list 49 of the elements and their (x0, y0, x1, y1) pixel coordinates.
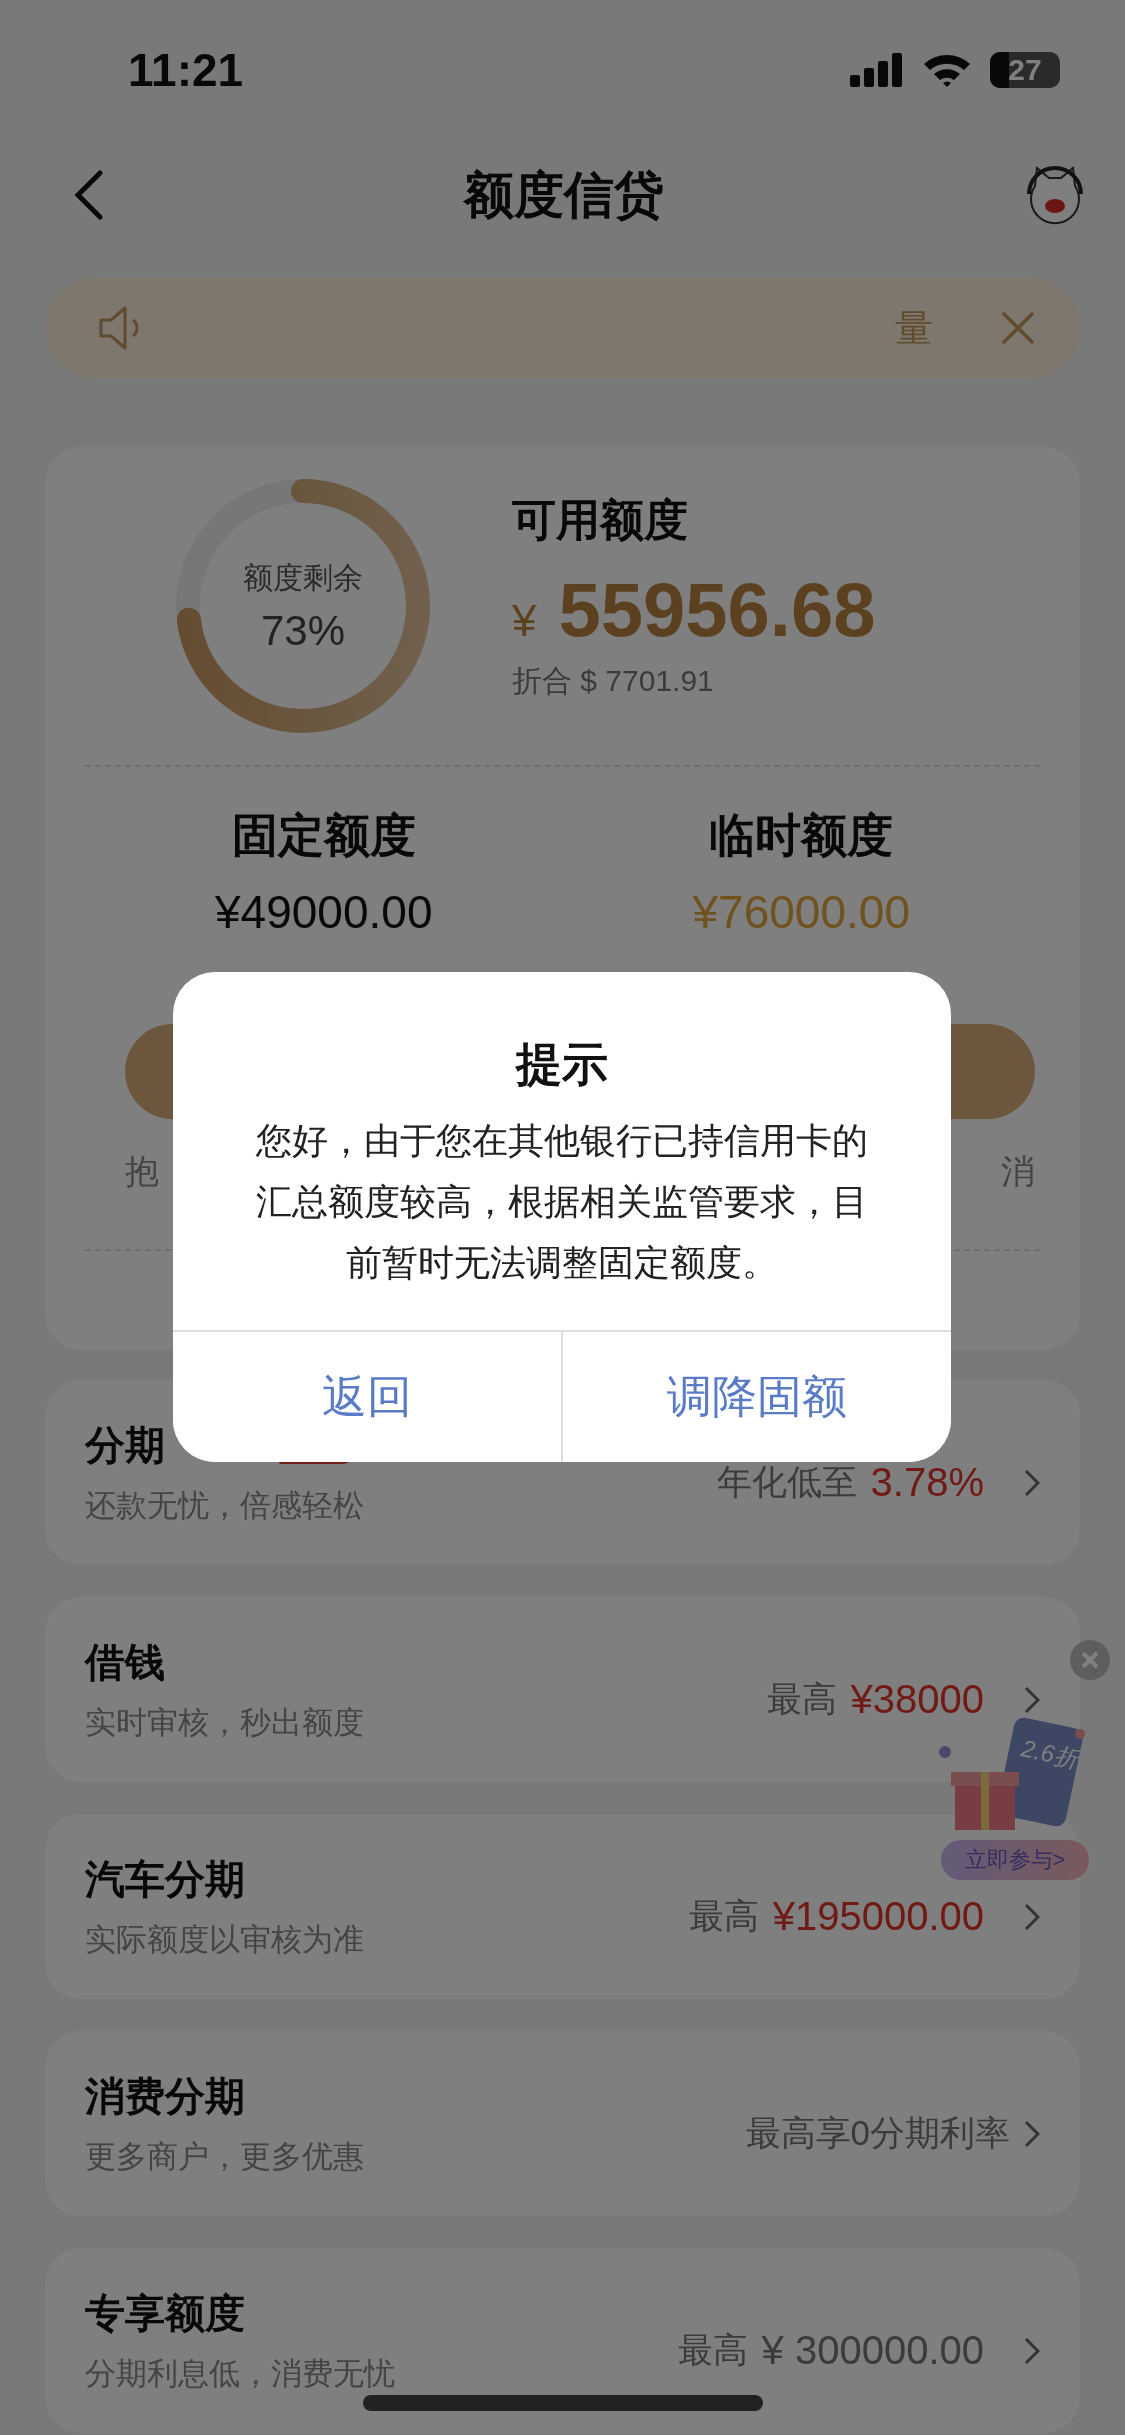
back-icon[interactable] (74, 170, 104, 220)
chevron-icon (1024, 1685, 1040, 1714)
product-prefix: 最高 (688, 1895, 759, 1937)
product-title: 借钱 (85, 1639, 165, 1686)
product-title: 消费分期 (85, 2073, 245, 2120)
product-value: ¥38000 (850, 1677, 984, 1722)
ring-percent: 73% (260, 606, 346, 655)
product-prefix: 最高 (766, 1678, 837, 1720)
product-title: 专享额度 (85, 2290, 245, 2337)
action-label: 抱 (125, 1151, 159, 1192)
product-title: 分期 (85, 1422, 165, 1469)
product-subtitle: 实际额度以审核为准 (85, 1921, 364, 1959)
dialog-title: 提示 (516, 1037, 608, 1092)
product-prefix: 年化低至 (716, 1461, 857, 1503)
notice-text: 量 (895, 305, 933, 351)
dialog-button[interactable]: 调降固额 (561, 1332, 951, 1462)
battery-icon: 27 (990, 52, 1060, 88)
wifi-icon (922, 52, 972, 88)
available-amount: 55956.68 (558, 565, 876, 653)
product-title: 汽车分期 (85, 1856, 245, 1903)
currency-symbol: ¥ (512, 595, 537, 646)
status-time: 11:21 (128, 43, 244, 97)
page-title: 额度信贷 (463, 165, 664, 225)
available-label: 可用额度 (512, 493, 689, 546)
converted-amount: 折合 $ 7701.91 (512, 662, 715, 699)
product-subtitle: 还款无忧，倍感轻松 (85, 1487, 364, 1525)
action-label: 消 (1001, 1151, 1035, 1192)
signal-icon (850, 53, 904, 87)
chevron-icon (1024, 1468, 1040, 1497)
ring-label: 额度剩余 (243, 559, 363, 596)
dialog-message: 您好，由于您在其他银行已持信用卡的汇总额度较高，根据相关监管要求，目前暂时无法调整固定额度。 (255, 1119, 869, 1285)
product-prefix: 最高享0分期利率 (745, 2112, 1010, 2154)
product-row[interactable]: 消费分期 更多商户，更多优惠 最高享0分期利率 (45, 2031, 1080, 2216)
chevron-icon (1024, 2336, 1040, 2365)
product-subtitle: 更多商户，更多优惠 (85, 2138, 364, 2176)
product-value: 3.78% (870, 1460, 984, 1505)
chevron-icon (1024, 2119, 1040, 2148)
quota-amount: ¥76000.00 (692, 885, 910, 939)
product-row[interactable]: 专享额度 分期利息低，消费无忧 最高 ¥ 300000.00 (45, 2248, 1080, 2433)
quota-title: 临时额度 (709, 808, 894, 863)
product-subtitle: 分期利息低，消费无忧 (85, 2355, 395, 2393)
product-subtitle: 实时审核，秒出额度 (85, 1704, 364, 1742)
product-prefix: 最高 (677, 2329, 748, 2371)
product-value: ¥ 300000.00 (761, 2328, 984, 2373)
product-value: ¥195000.00 (772, 1894, 984, 1939)
chevron-icon (1024, 1902, 1040, 1931)
discount-label: 2.6折 (1018, 1733, 1082, 1775)
quota-amount: ¥49000.00 (215, 885, 433, 939)
quota-title: 固定额度 (231, 808, 416, 863)
